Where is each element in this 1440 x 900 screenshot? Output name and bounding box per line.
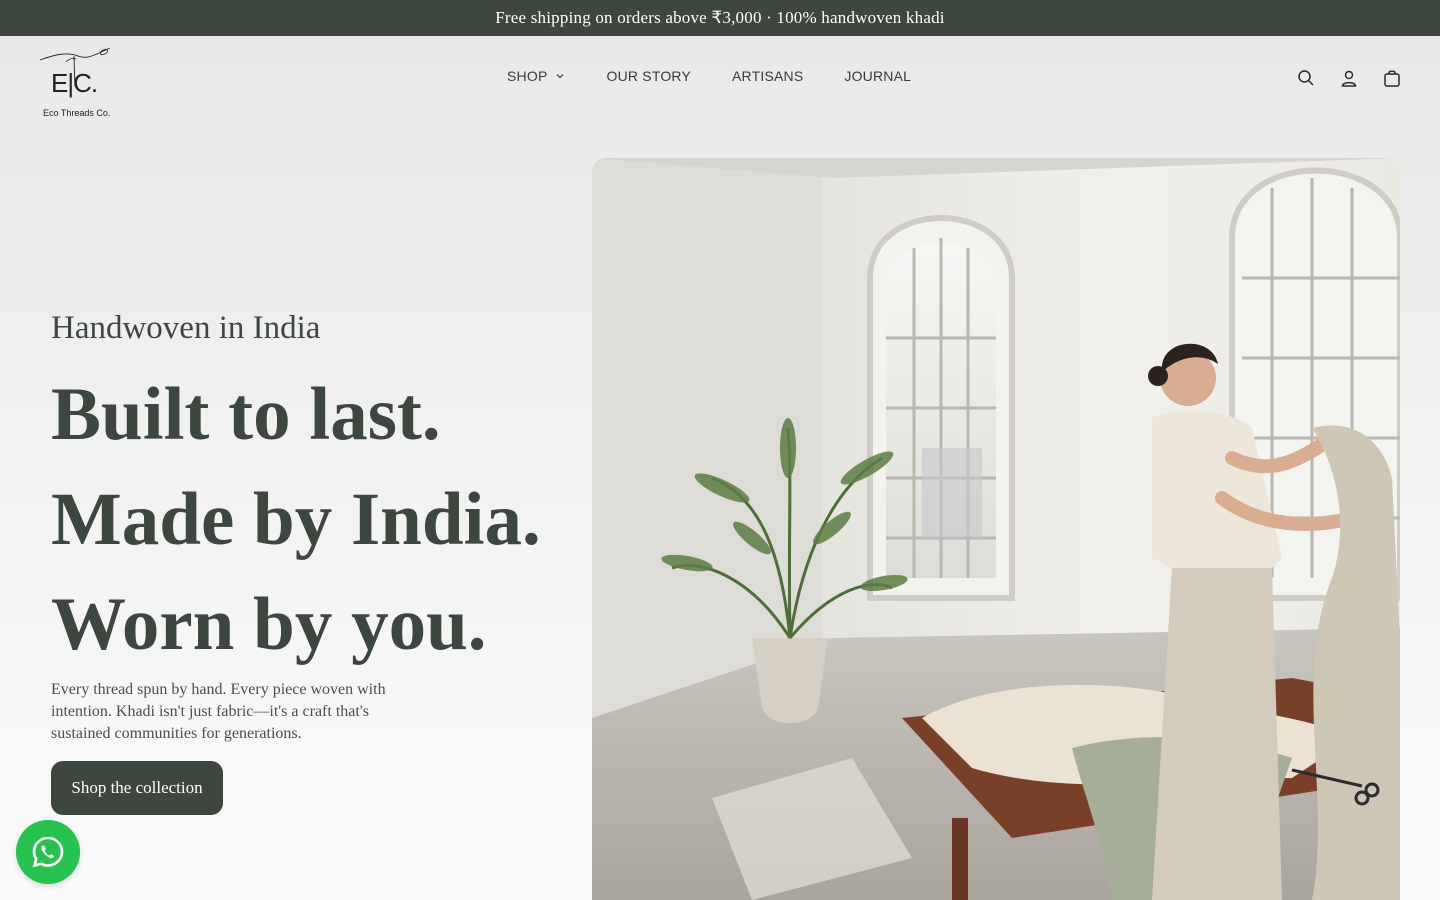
nav-label: JOURNAL <box>844 68 912 84</box>
hero-image <box>592 158 1400 900</box>
cart-button[interactable] <box>1380 66 1404 90</box>
account-button[interactable] <box>1337 66 1361 90</box>
announcement-text: Free shipping on orders above ₹3,000 · 1… <box>495 8 945 27</box>
headline-line: Worn by you. <box>51 583 487 666</box>
nav-item-our-story[interactable]: OUR STORY <box>606 68 691 84</box>
nav-label: ARTISANS <box>732 68 804 84</box>
nav-label: OUR STORY <box>606 68 692 84</box>
site-header: E|C. Eco Threads Co. SHOP OUR STORY ARTI… <box>0 36 1440 118</box>
account-icon <box>1341 70 1357 87</box>
main-nav: SHOP OUR STORY ARTISANS JOURNAL <box>507 68 911 84</box>
search-button[interactable] <box>1294 66 1318 90</box>
header-actions <box>1294 66 1404 90</box>
chevron-down-icon <box>557 74 564 79</box>
headline-line: Built to last. <box>51 373 441 456</box>
hero-headline: Built to last. Made by India. Worn by yo… <box>51 362 541 677</box>
whatsapp-icon <box>32 836 64 868</box>
whatsapp-chat-button[interactable] <box>16 820 80 884</box>
nav-label: SHOP <box>507 68 548 84</box>
logo-name: Eco Threads Co. <box>43 108 111 118</box>
nav-item-journal[interactable]: JOURNAL <box>844 68 911 84</box>
nav-item-artisans[interactable]: ARTISANS <box>732 68 803 84</box>
artisan-studio-illustration <box>592 158 1400 900</box>
headline-line: Made by India. <box>51 478 541 561</box>
logo-mark: E|C. <box>51 68 98 98</box>
hero-eyebrow: Handwoven in India <box>51 310 321 346</box>
brand-logo[interactable]: E|C. Eco Threads Co. <box>38 46 118 118</box>
search-icon <box>1298 70 1314 86</box>
cart-icon <box>1384 70 1400 87</box>
nav-item-shop[interactable]: SHOP <box>507 68 565 84</box>
hero-description: Every thread spun by hand. Every piece w… <box>51 681 386 742</box>
announcement-bar: Free shipping on orders above ₹3,000 · 1… <box>0 0 1440 36</box>
shop-collection-button[interactable]: Shop the collection <box>51 761 223 815</box>
